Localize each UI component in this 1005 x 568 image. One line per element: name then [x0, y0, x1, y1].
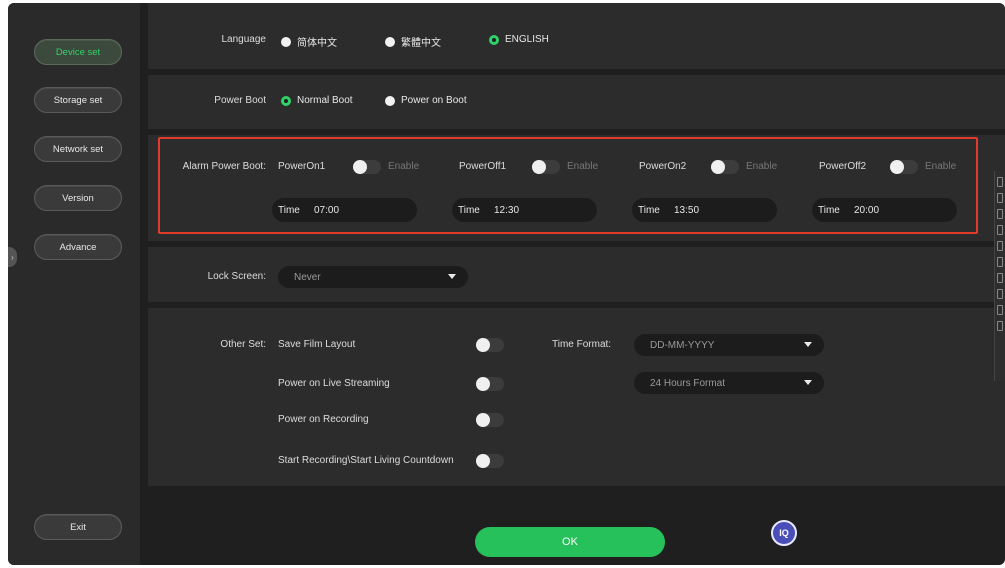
power-boot-label: Power Boot	[214, 95, 266, 106]
radio-icon	[385, 36, 395, 47]
other-set-label: Other Set:	[220, 339, 266, 350]
lock-screen-value: Never	[294, 271, 321, 283]
power-off-1-label: PowerOff1	[459, 161, 507, 172]
right-edge-toolbar	[994, 171, 1005, 381]
lock-screen-select[interactable]: Never	[278, 266, 468, 288]
power-off-2-time-field[interactable]: Time 20:00	[812, 198, 957, 222]
time-label: Time	[638, 204, 660, 216]
tool-icon	[997, 305, 1003, 315]
power-boot-option-normal[interactable]: Normal Boot	[281, 95, 353, 106]
main-content: Language 简体中文 繁體中文 ENGLISH Power Boot No…	[148, 3, 1005, 565]
power-on-1-toggle[interactable]	[353, 160, 381, 174]
power-boot-panel: Power Boot Normal Boot Power on Boot	[148, 75, 1005, 129]
tool-icon	[997, 193, 1003, 203]
tool-icon	[997, 209, 1003, 219]
power-off-1-toggle[interactable]	[532, 160, 560, 174]
power-on-2-toggle[interactable]	[711, 160, 739, 174]
time-value: 12:30	[494, 204, 520, 216]
sidebar-item-storage-set[interactable]: Storage set	[34, 87, 122, 113]
chevron-right-icon: ›	[11, 252, 14, 262]
power-on-live-streaming-toggle[interactable]	[476, 377, 504, 391]
tool-icon	[997, 241, 1003, 251]
alarm-power-boot-label: Alarm Power Boot:	[182, 161, 266, 172]
lock-screen-panel: Lock Screen: Never	[148, 247, 1005, 302]
tool-icon	[997, 257, 1003, 267]
language-panel: Language 简体中文 繁體中文 ENGLISH	[148, 3, 1005, 69]
time-label: Time	[278, 204, 300, 216]
sidebar-item-advance[interactable]: Advance	[34, 234, 122, 260]
tool-icon	[997, 289, 1003, 299]
time-value: 13:50	[674, 204, 700, 216]
language-option-english[interactable]: ENGLISH	[489, 34, 549, 45]
tool-icon	[997, 273, 1003, 283]
power-on-2-enable-label: Enable	[746, 161, 778, 172]
tool-icon	[997, 321, 1003, 331]
power-off-2-label: PowerOff2	[819, 161, 867, 172]
time-label: Time	[818, 204, 840, 216]
start-recording-countdown-label: Start Recording\Start Living Countdown	[278, 455, 454, 466]
power-boot-option-power-on[interactable]: Power on Boot	[385, 95, 467, 106]
iq-button[interactable]: IQ	[771, 520, 797, 546]
power-on-1-label: PowerOn1	[278, 161, 326, 172]
power-on-1-time-field[interactable]: Time 07:00	[272, 198, 417, 222]
power-off-2-toggle[interactable]	[890, 160, 918, 174]
time-format-label: Time Format:	[552, 339, 612, 350]
ok-button[interactable]: OK	[475, 527, 665, 557]
radio-icon	[385, 95, 395, 106]
save-film-layout-label: Save Film Layout	[278, 339, 356, 350]
power-on-recording-label: Power on Recording	[278, 414, 369, 425]
caret-down-icon	[448, 274, 456, 279]
date-format-select[interactable]: DD-MM-YYYY	[634, 334, 824, 356]
caret-down-icon	[804, 342, 812, 347]
time-label: Time	[458, 204, 480, 216]
exit-button[interactable]: Exit	[34, 514, 122, 540]
tool-icon	[997, 177, 1003, 187]
lock-screen-label: Lock Screen:	[207, 271, 266, 282]
power-on-1-enable-label: Enable	[388, 161, 420, 172]
hour-format-value: 24 Hours Format	[650, 377, 726, 389]
power-on-recording-toggle[interactable]	[476, 413, 504, 427]
start-recording-countdown-toggle[interactable]	[476, 454, 504, 468]
language-option-simplified[interactable]: 简体中文	[281, 34, 337, 49]
hour-format-select[interactable]: 24 Hours Format	[634, 372, 824, 394]
language-option-traditional[interactable]: 繁體中文	[385, 34, 441, 49]
sidebar-item-network-set[interactable]: Network set	[34, 136, 122, 162]
alarm-power-boot-panel: Alarm Power Boot: PowerOn1 Enable Time 0…	[148, 135, 1005, 241]
time-value: 20:00	[854, 204, 880, 216]
save-film-layout-toggle[interactable]	[476, 338, 504, 352]
radio-icon	[281, 36, 291, 47]
tool-icon	[997, 225, 1003, 235]
sidebar-item-version[interactable]: Version	[34, 185, 122, 211]
radio-selected-icon	[281, 95, 291, 106]
sidebar: Device set Storage set Network set Versi…	[8, 3, 140, 565]
date-format-value: DD-MM-YYYY	[650, 339, 715, 351]
sidebar-item-device-set[interactable]: Device set	[34, 39, 122, 65]
power-on-2-time-field[interactable]: Time 13:50	[632, 198, 777, 222]
other-set-panel: Other Set: Save Film Layout Power on Liv…	[148, 308, 1005, 486]
power-off-1-time-field[interactable]: Time 12:30	[452, 198, 597, 222]
settings-screen: Device set Storage set Network set Versi…	[8, 3, 1005, 565]
caret-down-icon	[804, 380, 812, 385]
sidebar-expand-button[interactable]: ›	[8, 247, 17, 267]
language-label: Language	[221, 34, 267, 45]
power-on-live-streaming-label: Power on Live Streaming	[278, 378, 390, 389]
power-off-1-enable-label: Enable	[567, 161, 599, 172]
time-value: 07:00	[314, 204, 340, 216]
radio-selected-icon	[489, 34, 499, 45]
power-on-2-label: PowerOn2	[639, 161, 687, 172]
power-off-2-enable-label: Enable	[925, 161, 957, 172]
